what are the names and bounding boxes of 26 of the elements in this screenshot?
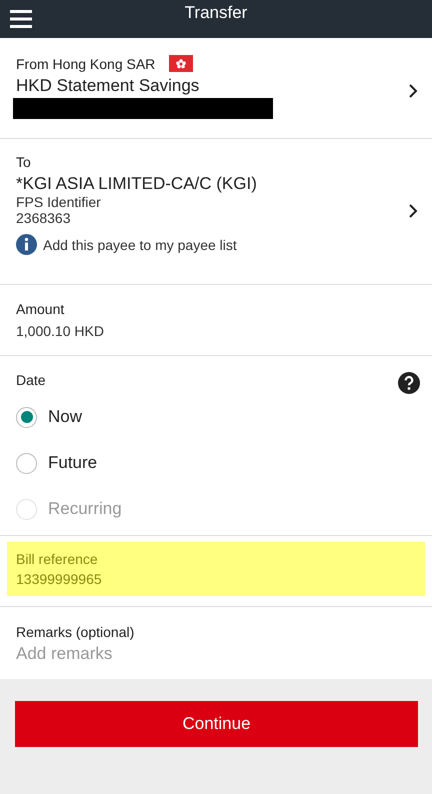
add-payee-link[interactable]: Add this payee to my payee list bbox=[43, 236, 237, 252]
chevron-icon bbox=[408, 83, 418, 99]
continue-button[interactable]: Continue bbox=[15, 701, 418, 747]
remarks-field[interactable]: Add remarks bbox=[16, 644, 316, 664]
chevron-icon bbox=[408, 203, 418, 219]
from-label: From Hong Kong SAR bbox=[16, 56, 156, 72]
radio-option[interactable]: Future bbox=[16, 440, 416, 486]
menu-icon[interactable] bbox=[10, 10, 32, 28]
flag-icon bbox=[169, 55, 194, 72]
date-label: Date bbox=[16, 372, 46, 388]
remarks-label: Remarks (optional) bbox=[16, 624, 134, 640]
to-label: To bbox=[16, 154, 31, 170]
bill-reference-value: 13399999965 bbox=[16, 571, 103, 587]
amount-value: 1,000.10 HKD bbox=[16, 323, 104, 339]
bill-reference-label: Bill reference bbox=[16, 551, 99, 567]
identifier-value: 2368363 bbox=[16, 210, 71, 226]
amount-label: Amount bbox=[16, 301, 64, 317]
info-icon bbox=[16, 234, 37, 255]
help-icon[interactable] bbox=[398, 372, 420, 394]
identifier-type: FPS Identifier bbox=[16, 194, 101, 210]
payee-row[interactable]: To *KGI ASIA LIMITED-CA/C (KGI) FPS Identifier 2368363 Add this payee to my payee list bbox=[0, 139, 432, 285]
screen-title: Transfer bbox=[184, 3, 248, 23]
radio-option[interactable]: Now bbox=[16, 394, 416, 440]
account-name: HKD Statement Savings bbox=[16, 76, 200, 96]
payee-name: *KGI ASIA LIMITED-CA/C (KGI) bbox=[16, 174, 257, 194]
from-account-row[interactable]: From Hong Kong SAR HKD Statement Savings bbox=[0, 38, 432, 139]
